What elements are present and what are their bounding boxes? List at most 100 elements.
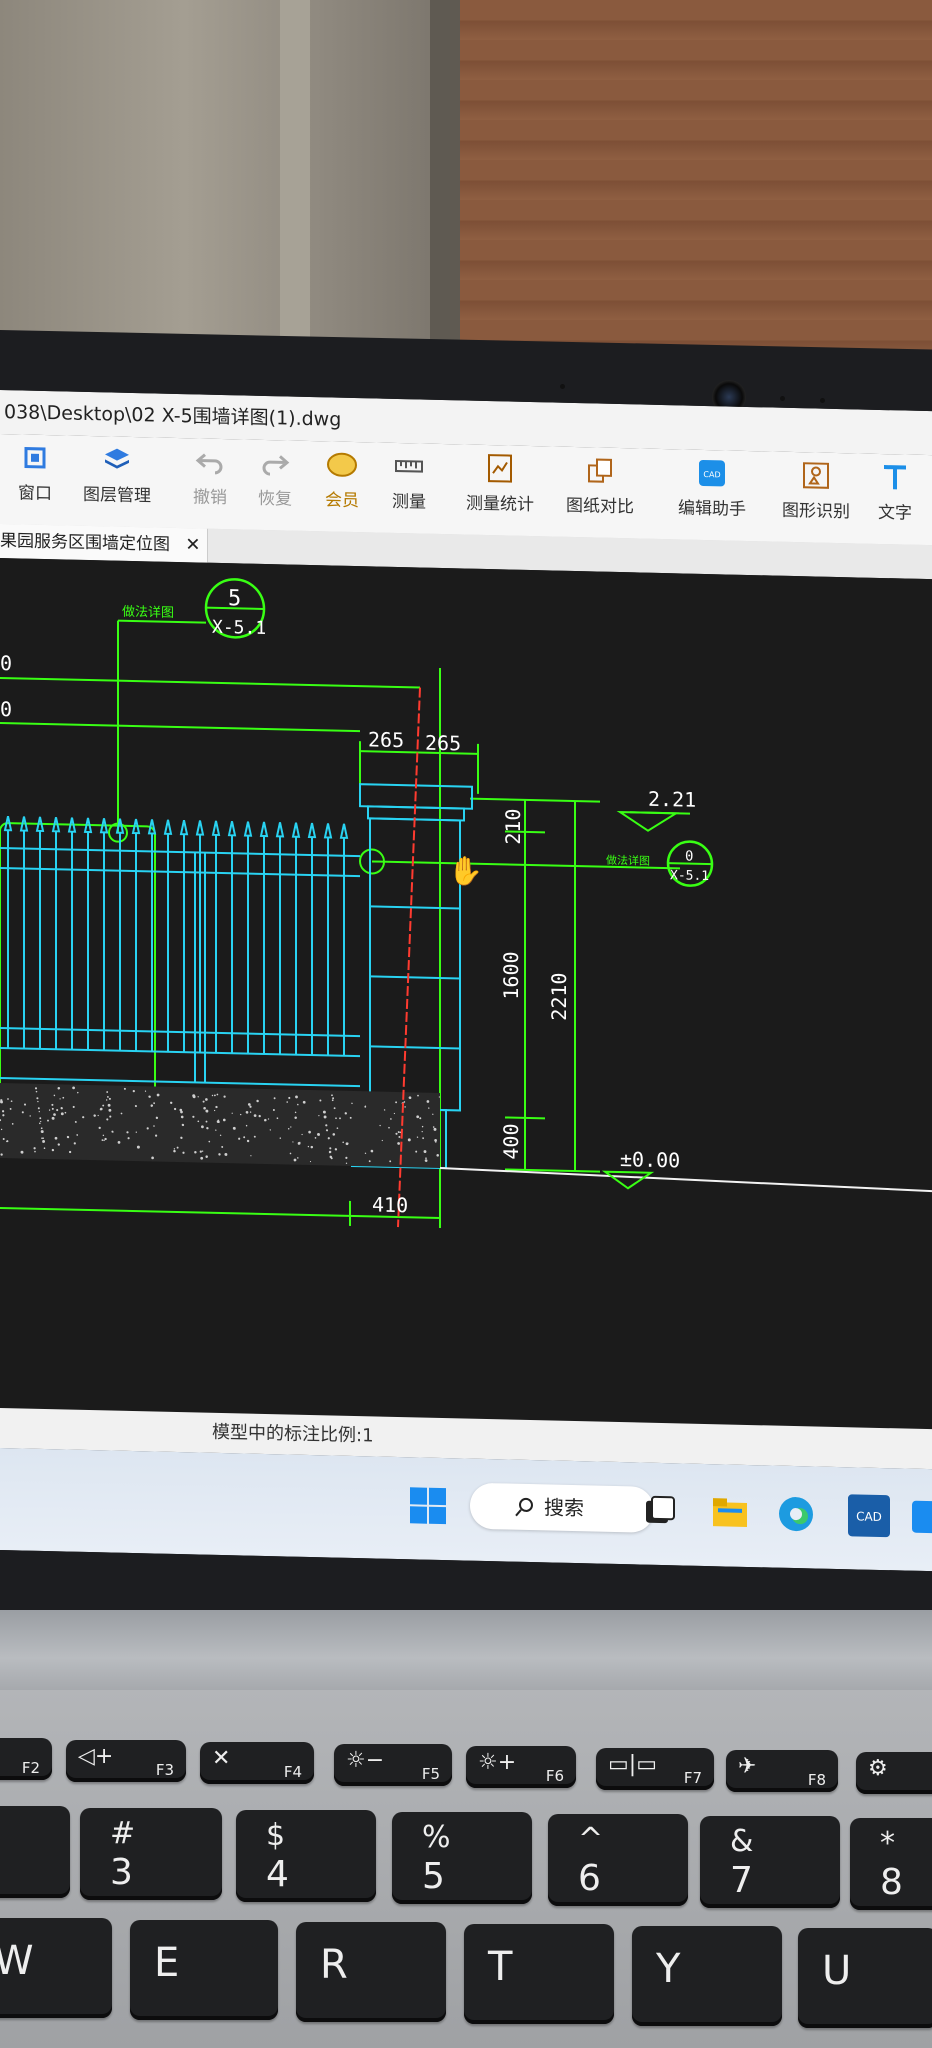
key-f6[interactable]: ☼+ F6 bbox=[466, 1746, 576, 1788]
background-wall bbox=[0, 0, 460, 360]
cad-app-icon[interactable]: CAD bbox=[846, 1492, 892, 1539]
window-button-label: 窗口 bbox=[18, 483, 52, 505]
svg-text:CAD: CAD bbox=[856, 1509, 882, 1524]
key-f7[interactable]: ▭|▭ F7 bbox=[596, 1748, 714, 1790]
layers-icon bbox=[105, 448, 129, 469]
task-view-icon[interactable] bbox=[640, 1491, 680, 1532]
key-3[interactable]: # 3 bbox=[80, 1808, 222, 1900]
window-button[interactable]: 窗口 bbox=[0, 442, 80, 505]
shape-recognition-button[interactable]: 图形识别 bbox=[768, 459, 864, 522]
elevation-ground: ±0.00 bbox=[620, 1147, 680, 1172]
key-6[interactable]: ^ 6 bbox=[548, 1814, 688, 1906]
key-f9[interactable]: ⚙ bbox=[856, 1752, 932, 1794]
background-door-frame bbox=[280, 0, 310, 360]
tab-label: 果园服务区围墙定位图 bbox=[0, 531, 170, 555]
close-icon[interactable]: ✕ bbox=[185, 534, 200, 555]
redo-button-label: 恢复 bbox=[258, 488, 292, 510]
airplane-mode-icon: ✈ bbox=[738, 1754, 757, 1779]
mic-mute-icon: ✕ bbox=[212, 1746, 231, 1771]
settings-gear-icon: ⚙ bbox=[868, 1756, 888, 1781]
key-t[interactable]: T bbox=[464, 1924, 614, 2024]
layers-button[interactable]: 图层管理 bbox=[72, 444, 162, 507]
vip-badge-icon bbox=[327, 452, 357, 477]
edit-assistant-button-label: 编辑助手 bbox=[678, 498, 746, 520]
key-char: 7 bbox=[730, 1860, 753, 1901]
detail-label: 做法详图 bbox=[122, 605, 174, 621]
volume-up-icon: ◁+ bbox=[78, 1744, 114, 1769]
status-text: 模型中的标注比例:1 bbox=[212, 1421, 374, 1447]
measure-stats-button-label: 测量统计 bbox=[466, 493, 534, 516]
key-f5[interactable]: ☼− F5 bbox=[334, 1744, 452, 1786]
background-wood-panel bbox=[460, 0, 932, 370]
key-char: W bbox=[0, 1938, 34, 1984]
dim-base: 400 bbox=[499, 1123, 523, 1160]
windows-start-icon[interactable] bbox=[408, 1485, 448, 1526]
laptop-screen: 038\Desktop\02 X-5围墙详图(1).dwg 窗口 图层管理 撤销… bbox=[0, 390, 932, 1572]
measure-stats-button[interactable]: 测量统计 bbox=[445, 452, 555, 515]
key-f3[interactable]: ◁+ F3 bbox=[66, 1740, 186, 1782]
edit-assistant-button[interactable]: CAD 编辑助手 bbox=[664, 457, 760, 520]
compare-button-label: 图纸对比 bbox=[566, 495, 634, 518]
display-switch-icon: ▭|▭ bbox=[608, 1752, 657, 1777]
key-y[interactable]: Y bbox=[632, 1926, 782, 2026]
elevation-top: 2.21 bbox=[648, 787, 696, 812]
key-5[interactable]: % 5 bbox=[392, 1812, 532, 1904]
key-char: 6 bbox=[578, 1858, 601, 1899]
picket-tip bbox=[307, 822, 317, 839]
cad-canvas[interactable]: ✋ 做法详图 5 X-5.1 0 0 265 265 2.21 做法详图 0 X… bbox=[0, 558, 932, 1430]
window-title: 038\Desktop\02 X-5围墙详图(1).dwg bbox=[4, 401, 342, 431]
picket-tip bbox=[227, 821, 237, 837]
right-callout-label: 做法详图 bbox=[606, 853, 650, 868]
key-2[interactable] bbox=[0, 1806, 70, 1898]
key-f8[interactable]: ✈ F8 bbox=[726, 1750, 838, 1792]
key-r[interactable]: R bbox=[296, 1922, 446, 2022]
key-shift-char: * bbox=[880, 1826, 895, 1861]
shape-recognition-icon bbox=[803, 462, 829, 489]
compare-button[interactable]: 图纸对比 bbox=[553, 455, 647, 518]
measure-stats-icon bbox=[488, 454, 512, 483]
key-char: 3 bbox=[110, 1852, 133, 1893]
key-e[interactable]: E bbox=[130, 1920, 278, 2020]
key-shift-char: ^ bbox=[578, 1822, 604, 1857]
fence-elevation-drawing: ✋ 做法详图 5 X-5.1 0 0 265 265 2.21 做法详图 0 X… bbox=[0, 578, 932, 1229]
sensor-dot bbox=[780, 396, 785, 401]
key-fn-label: F2 bbox=[21, 1759, 40, 1777]
key-w[interactable]: W bbox=[0, 1918, 112, 2018]
undo-icon bbox=[195, 453, 223, 475]
sensor-dot bbox=[820, 398, 825, 403]
layers-button-label: 图层管理 bbox=[83, 484, 151, 507]
key-u[interactable]: U bbox=[798, 1928, 932, 2028]
key-fn-label: F8 bbox=[807, 1771, 826, 1789]
hand-cursor-icon: ✋ bbox=[448, 854, 483, 888]
text-button[interactable]: 文字 bbox=[855, 461, 932, 524]
cad-app-icon-2[interactable] bbox=[910, 1497, 932, 1538]
measure-button[interactable]: 测量 bbox=[364, 450, 454, 513]
key-f2[interactable]: F2 bbox=[0, 1738, 52, 1780]
picket-tip bbox=[163, 819, 173, 835]
windows-taskbar: 搜索 CAD bbox=[0, 1448, 932, 1572]
search-label: 搜索 bbox=[544, 1495, 584, 1521]
key-shift-char: % bbox=[422, 1820, 451, 1855]
brightness-up-icon: ☼+ bbox=[478, 1750, 517, 1775]
key-f4[interactable]: ✕ F4 bbox=[200, 1742, 314, 1784]
measure-button-label: 测量 bbox=[392, 491, 426, 513]
picket-tip bbox=[179, 819, 189, 836]
key-fn-label: F5 bbox=[421, 1765, 440, 1783]
file-explorer-icon[interactable] bbox=[710, 1492, 750, 1533]
key-8[interactable]: * 8 bbox=[850, 1818, 932, 1910]
taskbar-search[interactable]: 搜索 bbox=[470, 1482, 654, 1533]
key-char: E bbox=[154, 1940, 180, 1986]
dim-total: 2210 bbox=[547, 972, 571, 1021]
key-7[interactable]: & 7 bbox=[700, 1816, 840, 1908]
picket-tip bbox=[275, 822, 285, 838]
edge-browser-icon[interactable] bbox=[776, 1494, 816, 1535]
compare-icon bbox=[588, 458, 612, 483]
tab-drawing[interactable]: 果园服务区围墙定位图 ✕ bbox=[0, 524, 208, 563]
picket-tip bbox=[243, 821, 253, 837]
dim-left-half: 265 bbox=[368, 727, 404, 752]
key-4[interactable]: $ 4 bbox=[236, 1810, 376, 1902]
window-icon bbox=[24, 447, 46, 469]
search-icon bbox=[515, 1497, 533, 1517]
undo-button-label: 撤销 bbox=[193, 487, 227, 509]
right-callout-sheet: X-5.1 bbox=[670, 868, 709, 884]
